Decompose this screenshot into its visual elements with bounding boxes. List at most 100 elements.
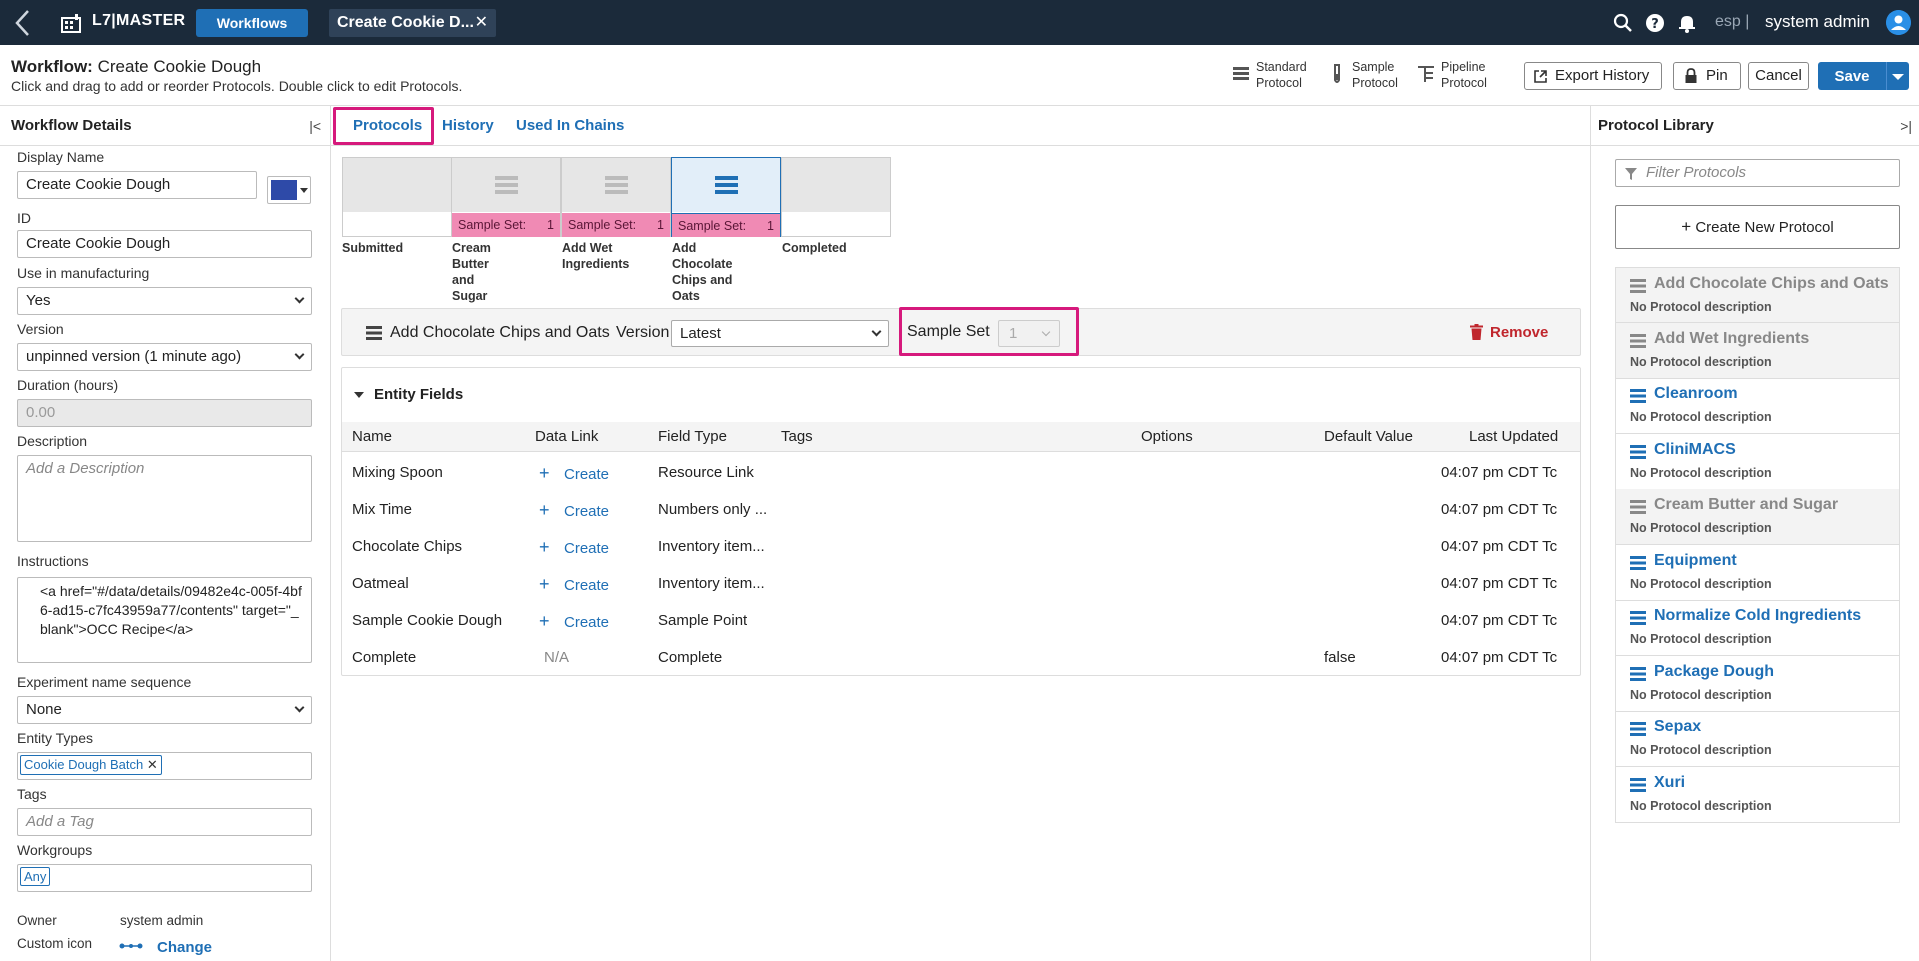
library-item[interactable]: Normalize Cold Ingredients No Protocol de… — [1615, 600, 1900, 656]
protocol-version-select[interactable]: Latest — [671, 320, 889, 347]
cell-type: Resource Link — [658, 464, 754, 481]
column-tags[interactable]: Tags — [781, 428, 813, 445]
plus-icon[interactable]: + — [539, 574, 550, 595]
step-submitted[interactable] — [342, 157, 452, 237]
workflow-hint: Click and drag to add or reorder Protoco… — [11, 78, 463, 94]
plus-icon[interactable]: + — [539, 611, 550, 632]
step-label-submitted: Submitted — [342, 240, 403, 256]
user-menu[interactable]: system admin — [1765, 12, 1870, 32]
description-textarea[interactable]: Add a Description — [17, 455, 312, 542]
workgroups-input[interactable]: Any — [17, 864, 312, 892]
collapse-right-icon[interactable]: >| — [1900, 118, 1912, 134]
library-item-desc: No Protocol description — [1630, 798, 1772, 813]
create-data-link[interactable]: Create — [564, 466, 609, 483]
change-icon-link[interactable]: Change — [157, 939, 212, 956]
column-last-updated[interactable]: Last Updated — [1469, 428, 1558, 445]
description-label: Description — [17, 433, 88, 449]
step-add-chocolate[interactable]: Sample Set: 1 — [671, 157, 781, 237]
export-history-button[interactable]: Export History — [1524, 62, 1662, 90]
manufacturing-select[interactable]: Yes — [17, 287, 312, 315]
chevron-down-icon — [294, 293, 305, 304]
step-add-wet[interactable]: Sample Set: 1 — [561, 157, 671, 237]
sequence-select[interactable]: None — [17, 696, 312, 724]
workflows-button[interactable]: Workflows — [196, 9, 308, 37]
id-input[interactable]: Create Cookie Dough — [17, 230, 312, 258]
cancel-button[interactable]: Cancel — [1748, 62, 1809, 90]
duration-label: Duration (hours) — [17, 377, 119, 393]
color-picker[interactable] — [267, 176, 311, 204]
column-data-link[interactable]: Data Link — [535, 428, 598, 445]
plus-icon[interactable]: + — [539, 463, 550, 484]
table-row[interactable]: Mix Time + Create Numbers only ... 04:07 pm … — [342, 491, 1580, 528]
standard-protocol-icon — [495, 176, 518, 194]
step-cream-butter[interactable]: Sample Set: 1 — [451, 157, 561, 237]
save-button[interactable]: Save — [1818, 62, 1909, 90]
display-name-input[interactable]: Create Cookie Dough — [17, 171, 257, 199]
sample-set-bar: Sample Set: 1 — [562, 213, 670, 237]
library-item[interactable]: Add Chocolate Chips and Oats No Protocol … — [1615, 267, 1900, 323]
entity-fields-title[interactable]: Entity Fields — [374, 386, 463, 403]
library-item[interactable]: CliniMACS No Protocol description — [1615, 433, 1900, 490]
entity-fields-panel: Entity Fields Name Data Link Field Type … — [341, 367, 1581, 676]
step-label-line: and Sugar — [452, 273, 488, 303]
svg-text:?: ? — [1651, 17, 1659, 32]
instructions-textarea[interactable]: <a href="#/data/details/09482e4c-005f-4b… — [17, 577, 312, 663]
filter-protocols-input[interactable]: Filter Protocols — [1615, 159, 1900, 187]
column-default-value[interactable]: Default Value — [1324, 428, 1413, 445]
entity-types-label: Entity Types — [17, 730, 94, 746]
tags-input[interactable]: Add a Tag — [17, 808, 312, 836]
tab-used-in-chains[interactable]: Used In Chains — [516, 117, 624, 134]
remove-chip-icon[interactable]: ✕ — [147, 757, 158, 772]
tab-history[interactable]: History — [442, 117, 494, 134]
sample-set-label: Sample Set: — [458, 218, 527, 232]
library-item-desc: No Protocol description — [1630, 410, 1772, 424]
duration-input[interactable]: 0.00 — [17, 399, 312, 427]
table-row[interactable]: Sample Cookie Dough + Create Sample Point 04… — [342, 602, 1580, 639]
create-new-protocol-button[interactable]: + Create New Protocol — [1615, 205, 1900, 249]
column-name[interactable]: Name — [352, 428, 392, 445]
entity-types-input[interactable]: Cookie Dough Batch ✕ — [17, 752, 312, 780]
library-item[interactable]: Cleanroom No Protocol description — [1615, 378, 1900, 434]
library-item[interactable]: Package Dough No Protocol description — [1615, 655, 1900, 712]
step-completed[interactable] — [781, 157, 891, 237]
plus-icon[interactable]: + — [539, 500, 550, 521]
create-data-link[interactable]: Create — [564, 503, 609, 520]
library-item[interactable]: Add Wet Ingredients No Protocol descripti… — [1615, 322, 1900, 379]
table-row[interactable]: Mixing Spoon + Create Resource Link 04:07 pm… — [342, 454, 1580, 491]
open-tab-create-cookie-dough[interactable]: Create Cookie D... ✕ — [329, 9, 496, 37]
version-select[interactable]: unpinned version (1 minute ago) — [17, 343, 312, 371]
bell-icon[interactable] — [1677, 13, 1697, 33]
library-item[interactable]: Equipment No Protocol description — [1615, 544, 1900, 601]
sample-protocol-drag[interactable]: Sample Protocol — [1334, 59, 1398, 91]
workgroups-label: Workgroups — [17, 842, 93, 858]
collapse-left-icon[interactable]: |< — [309, 118, 321, 134]
standard-protocol-line2: Protocol — [1256, 76, 1302, 90]
protocol-name: Add Chocolate Chips and Oats — [390, 324, 610, 341]
create-data-link[interactable]: Create — [564, 577, 609, 594]
back-icon[interactable] — [10, 8, 36, 38]
pin-button[interactable]: Pin — [1673, 62, 1741, 90]
pipeline-protocol-drag[interactable]: Pipeline Protocol — [1418, 59, 1487, 91]
library-item[interactable]: Cream Butter and Sugar No Protocol descri… — [1615, 489, 1900, 545]
standard-protocol-icon — [1630, 500, 1646, 514]
caret-down-icon[interactable] — [354, 392, 364, 398]
save-options-chevron-icon[interactable] — [1892, 74, 1904, 80]
table-row[interactable]: Oatmeal + Create Inventory item... 04:07 pm … — [342, 565, 1580, 602]
table-row[interactable]: Complete N/A Complete false 04:07 pm CDT Tc — [342, 639, 1580, 676]
column-options[interactable]: Options — [1141, 428, 1193, 445]
plus-icon[interactable]: + — [539, 537, 550, 558]
create-data-link[interactable]: Create — [564, 614, 609, 631]
standard-protocol-drag[interactable]: Standard Protocol — [1233, 59, 1307, 91]
standard-protocol-icon — [715, 176, 738, 194]
library-item[interactable]: Sepax No Protocol description — [1615, 711, 1900, 767]
create-data-link[interactable]: Create — [564, 540, 609, 557]
library-item-name: Equipment — [1654, 551, 1737, 569]
avatar-icon[interactable] — [1886, 10, 1911, 35]
help-icon[interactable]: ? — [1645, 13, 1665, 33]
close-icon[interactable]: ✕ — [475, 9, 488, 37]
table-row[interactable]: Chocolate Chips + Create Inventory item... 0… — [342, 528, 1580, 565]
remove-protocol-button[interactable]: Remove — [1470, 324, 1548, 341]
column-field-type[interactable]: Field Type — [658, 428, 727, 445]
search-icon[interactable] — [1613, 13, 1633, 33]
library-item[interactable]: Xuri No Protocol description — [1615, 766, 1900, 823]
